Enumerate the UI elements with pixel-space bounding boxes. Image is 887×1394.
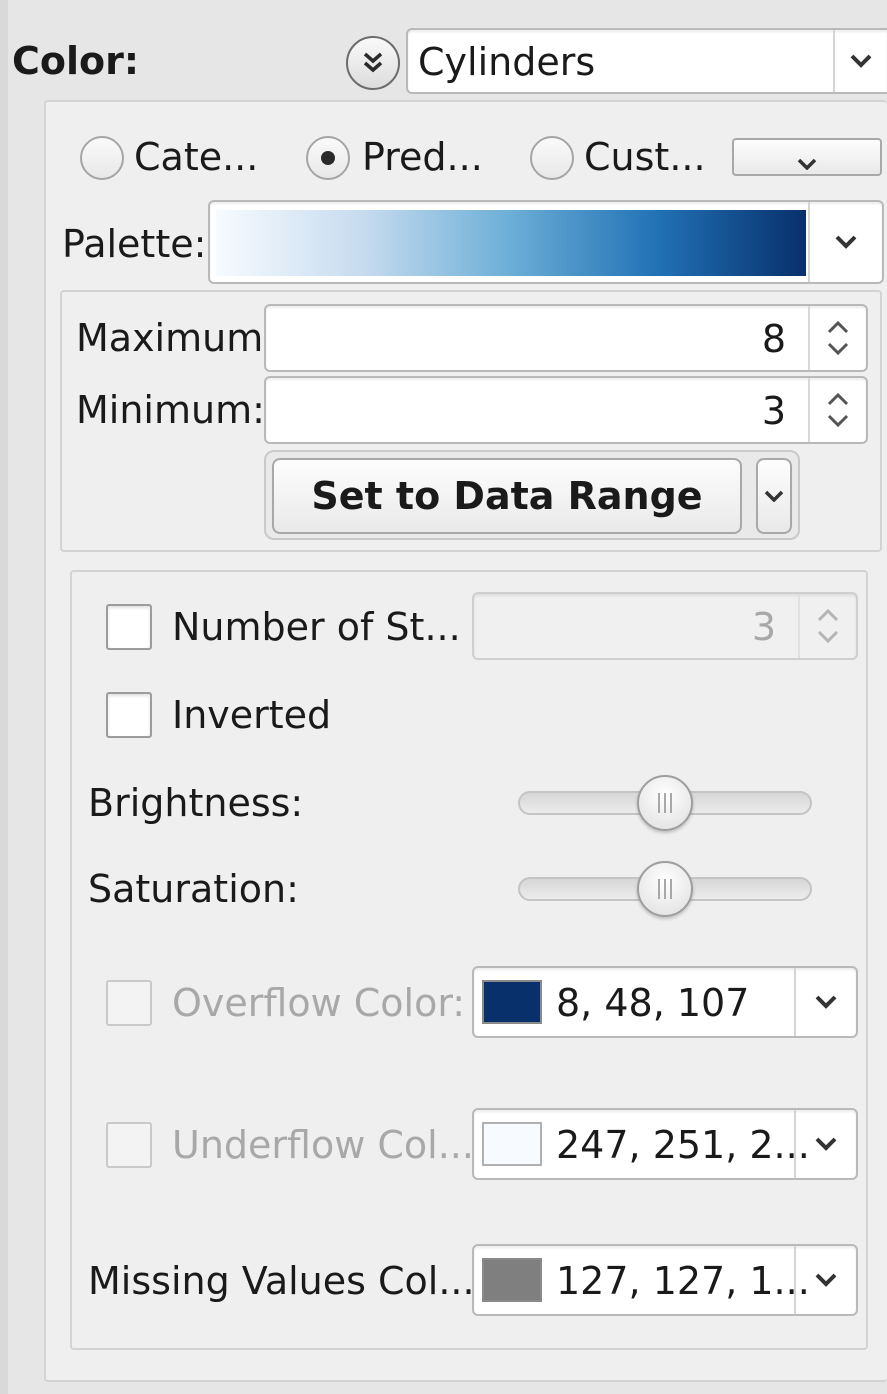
overflow-color-combo[interactable]: 8, 48, 107 xyxy=(472,966,858,1038)
maximum-spinner[interactable]: 8 xyxy=(264,304,868,372)
grip-icon xyxy=(658,879,672,899)
set-to-data-range-button[interactable]: Set to Data Range xyxy=(272,458,742,534)
set-to-data-range-label: Set to Data Range xyxy=(311,474,703,518)
spinner-arrows-icon[interactable] xyxy=(808,306,866,370)
underflow-color-label: Underflow Col... xyxy=(172,1123,474,1167)
color-label: Color: xyxy=(12,39,140,83)
minimum-label: Minimum: xyxy=(76,388,265,432)
missing-values-color-label: Missing Values Col... xyxy=(88,1259,475,1303)
number-of-steps-spinner[interactable]: 3 xyxy=(472,592,858,660)
brightness-slider[interactable] xyxy=(518,774,812,832)
brightness-label: Brightness: xyxy=(88,781,304,825)
palette-combo[interactable] xyxy=(208,200,884,284)
palette-gradient xyxy=(216,210,806,276)
saturation-slider[interactable] xyxy=(518,860,812,918)
slider-knob[interactable] xyxy=(637,775,693,831)
chevron-down-icon[interactable] xyxy=(794,1246,856,1314)
missing-values-color-swatch xyxy=(482,1258,542,1302)
missing-values-color-combo[interactable]: 127, 127, 1... xyxy=(472,1244,858,1316)
missing-values-color-value: 127, 127, 1... xyxy=(556,1259,810,1303)
minimum-spinner[interactable]: 3 xyxy=(264,376,868,444)
chevron-down-icon xyxy=(764,490,784,502)
overflow-color-checkbox[interactable] xyxy=(106,980,152,1026)
radio-custom-label: Cust... xyxy=(584,135,706,179)
inverted-label: Inverted xyxy=(172,693,332,737)
minimum-value: 3 xyxy=(761,389,786,433)
radio-selected-dot xyxy=(321,151,335,165)
slider-knob[interactable] xyxy=(637,861,693,917)
number-of-steps-checkbox[interactable] xyxy=(106,604,152,650)
set-range-menu-button[interactable] xyxy=(756,458,792,534)
palette-label: Palette: xyxy=(62,222,207,266)
color-column-combo[interactable]: Cylinders xyxy=(406,28,887,94)
number-of-steps-label: Number of St... xyxy=(172,605,461,649)
underflow-color-value: 247, 251, 2... xyxy=(556,1123,810,1167)
radio-categorical[interactable] xyxy=(80,136,124,180)
radio-categorical-label: Cate... xyxy=(134,135,259,179)
underflow-color-checkbox[interactable] xyxy=(106,1122,152,1168)
inverted-checkbox[interactable] xyxy=(106,692,152,738)
chevron-down-icon[interactable] xyxy=(794,968,856,1036)
chevron-down-icon[interactable] xyxy=(794,1110,856,1178)
underflow-color-swatch xyxy=(482,1122,542,1166)
chevron-down-icon[interactable] xyxy=(833,30,887,92)
saturation-label: Saturation: xyxy=(88,867,299,911)
overflow-color-value: 8, 48, 107 xyxy=(556,981,750,1025)
number-of-steps-value: 3 xyxy=(751,605,776,649)
maximum-value: 8 xyxy=(761,317,786,361)
underflow-color-combo[interactable]: 247, 251, 2... xyxy=(472,1108,858,1180)
radio-predefined-label: Pred... xyxy=(362,135,483,179)
color-column-value: Cylinders xyxy=(418,40,596,84)
radio-predefined[interactable] xyxy=(306,136,350,180)
grip-icon xyxy=(658,793,672,813)
overflow-color-label: Overflow Color: xyxy=(172,981,466,1025)
double-chevron-down-icon[interactable] xyxy=(346,36,400,90)
options-panel xyxy=(70,570,868,1350)
chevron-down-icon xyxy=(797,158,817,170)
maximum-label: Maximum: xyxy=(76,316,277,360)
custom-palette-dropdown[interactable] xyxy=(732,138,882,176)
spinner-arrows-icon[interactable] xyxy=(808,378,866,442)
chevron-down-icon[interactable] xyxy=(808,202,882,282)
radio-custom[interactable] xyxy=(530,136,574,180)
spinner-arrows-icon[interactable] xyxy=(798,594,856,658)
overflow-color-swatch xyxy=(482,980,542,1024)
window-edge xyxy=(0,0,8,1394)
